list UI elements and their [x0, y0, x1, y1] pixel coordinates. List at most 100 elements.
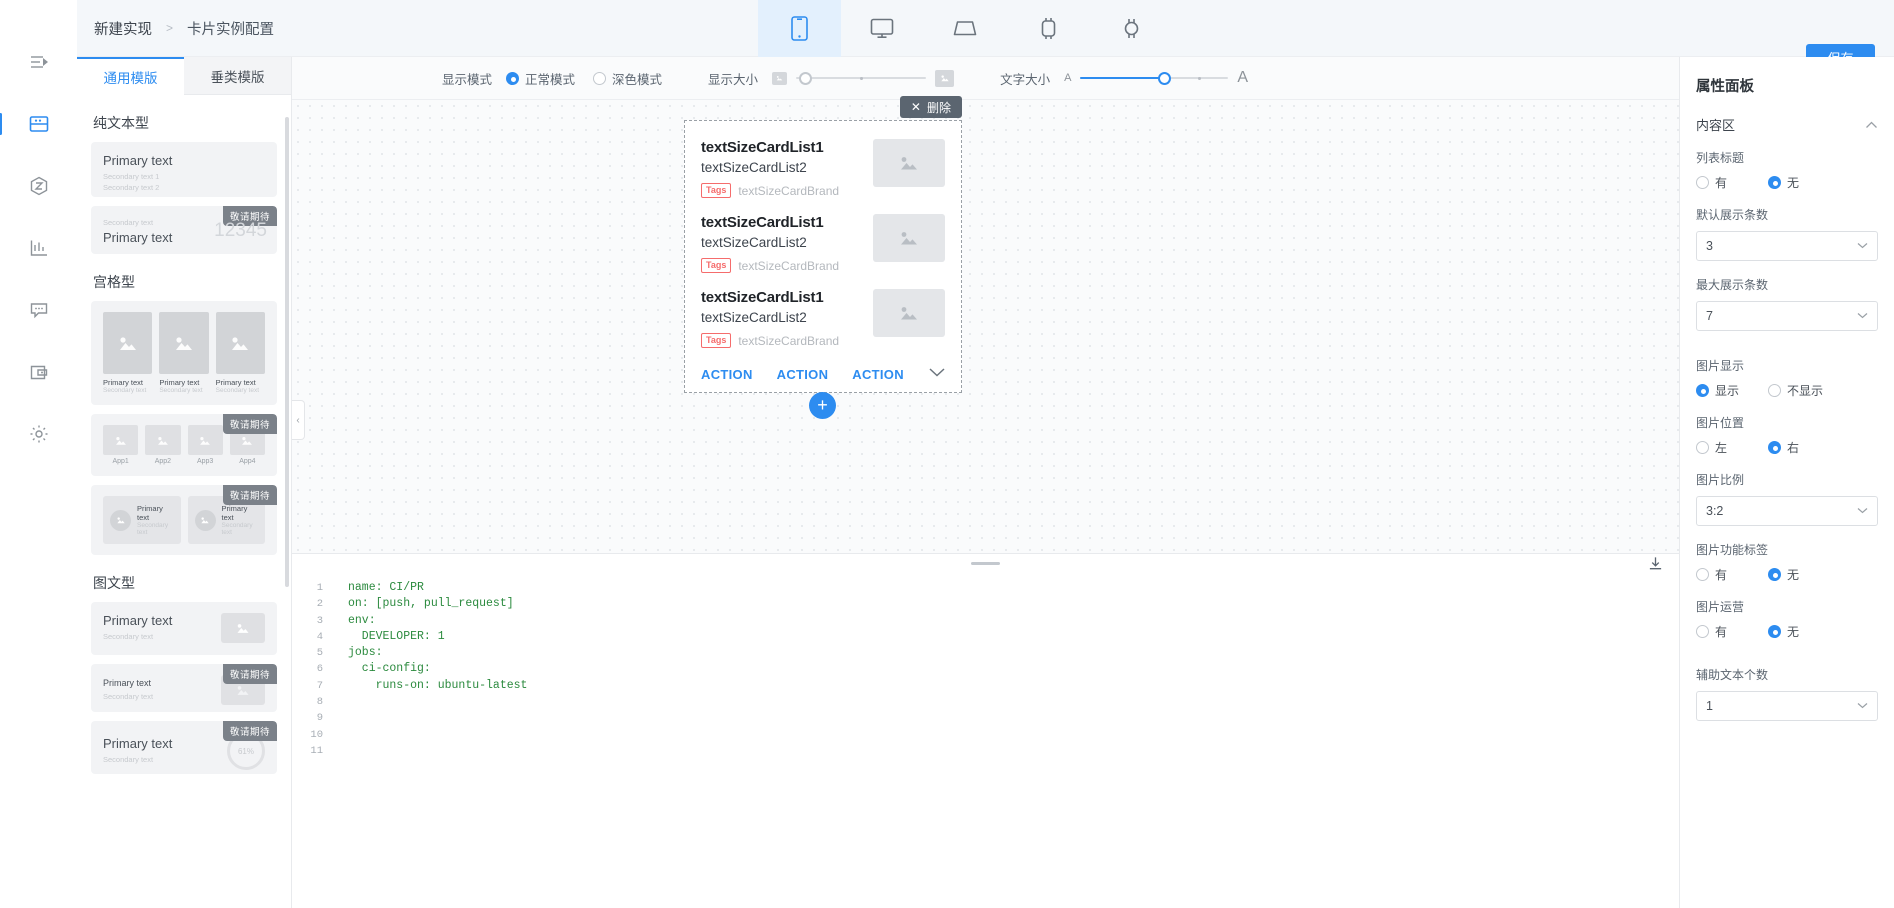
radio-dot	[593, 71, 607, 85]
card-layout-icon[interactable]	[0, 106, 57, 142]
chart-icon[interactable]	[21, 230, 57, 266]
slider-knob[interactable]	[1158, 72, 1172, 85]
phone-device-button[interactable]	[757, 0, 841, 57]
radio-option-show[interactable]: 显示	[1696, 382, 1768, 399]
device-switcher	[757, 0, 1214, 57]
breadcrumb-item-0[interactable]: 新建实现	[94, 18, 152, 39]
breadcrumb-item-1[interactable]: 卡片实例配置	[187, 18, 274, 39]
card-preview[interactable]: ✕ 删除 textSizeCardList1 textSizeCardList2…	[684, 96, 962, 393]
radio-group: 有 无	[1696, 566, 1878, 583]
code-line: runs-on: ubuntu-latest	[348, 678, 528, 692]
grid-cell-primary: Primary text	[159, 378, 200, 387]
watch-round-device-button[interactable]	[1090, 0, 1173, 57]
prop-default-count: 默认展示条数 3	[1696, 206, 1878, 261]
template-card-img-right-lg[interactable]: Primary text Secondary text	[91, 602, 277, 655]
select-max-count[interactable]: 7	[1696, 301, 1878, 331]
component-icon[interactable]	[21, 168, 57, 204]
card-secondary-text-2: Secondary text 2	[103, 183, 160, 193]
template-card-text-number[interactable]: 敬请期待 12345 Secondary text Primary text	[91, 206, 277, 254]
grid-cell-secondary: Secondary text	[215, 387, 260, 394]
tablet-device-button[interactable]	[924, 0, 1007, 57]
code-panel-drag-handle[interactable]	[292, 554, 1679, 573]
coming-soon-badge: 敬请期待	[222, 664, 277, 684]
radio-option-right[interactable]: 右	[1768, 439, 1840, 456]
card-primary-text: Primary text	[103, 153, 173, 168]
preview-list-row[interactable]: textSizeCardList1 textSizeCardList2 Tags…	[701, 286, 945, 361]
grid-cell-secondary: Secondary text	[103, 387, 147, 394]
preview-line2: textSizeCardList2	[701, 310, 807, 325]
template-scrollbar-thumb[interactable]	[285, 117, 289, 587]
radio-group: 左 右	[1696, 439, 1878, 456]
slider-knob[interactable]	[799, 72, 813, 85]
desktop-device-button[interactable]	[841, 0, 924, 57]
delete-label: 删除	[926, 100, 951, 115]
slider-tick	[860, 77, 864, 80]
action-button-2[interactable]: ACTION	[852, 367, 904, 382]
code-editor[interactable]: 1 2 3 4 5 6 7 8 9 10 11 name: CI/PR on: …	[292, 573, 1679, 908]
view-toolbar: 显示模式 正常模式 深色模式 显示大小 文字大小 A A	[292, 57, 1679, 100]
panel-collapse-handle[interactable]: ‹	[292, 400, 305, 440]
settings-icon[interactable]	[21, 416, 57, 452]
text-size-slider[interactable]	[1080, 71, 1229, 85]
radio-label: 无	[1787, 625, 1800, 639]
add-card-button[interactable]: +	[809, 392, 836, 419]
download-icon[interactable]	[1648, 556, 1663, 576]
select-image-ratio[interactable]: 3:2	[1696, 496, 1878, 526]
group-title-text: 纯文本型	[93, 115, 149, 131]
action-button-1[interactable]: ACTION	[777, 367, 829, 382]
menu-collapse-icon[interactable]	[21, 44, 57, 80]
radio-option-no[interactable]: 无	[1768, 566, 1840, 583]
action-button-0[interactable]: ACTION	[701, 367, 753, 382]
template-card-text-block[interactable]: Primary text Secondary text 1 Secondary …	[91, 142, 277, 197]
prop-label: 图片运营	[1696, 600, 1745, 614]
radio-dark-mode[interactable]: 深色模式	[593, 69, 662, 88]
image-placeholder-icon	[159, 312, 209, 374]
select-aux-text-count[interactable]: 1	[1696, 691, 1878, 721]
template-card-row2[interactable]: 敬请期待 Primary text Secondary text Primary…	[91, 485, 277, 555]
tab-general-template[interactable]: 通用模版	[77, 57, 184, 95]
template-card-grid3[interactable]: Primary text Secondary text Primary text…	[91, 301, 277, 405]
design-canvas[interactable]: ‹ ✕ 删除 textSizeCardList1 textSizeCardLis…	[292, 96, 1679, 553]
prop-label: 默认展示条数	[1696, 208, 1769, 222]
line-number: 9	[316, 712, 323, 725]
radio-option-left[interactable]: 左	[1696, 439, 1768, 456]
tab-vertical-template[interactable]: 垂类模版	[184, 57, 291, 95]
display-size-slider[interactable]	[796, 71, 927, 85]
preview-list-row[interactable]: textSizeCardList1 textSizeCardList2 Tags…	[701, 136, 945, 211]
radio-label: 无	[1787, 568, 1800, 582]
card-secondary-text-1: Secondary text 1	[103, 172, 160, 181]
wallet-icon[interactable]	[21, 354, 57, 390]
select-default-count[interactable]: 3	[1696, 231, 1878, 261]
chevron-down-icon	[1857, 506, 1868, 517]
code-content[interactable]: name: CI/PR on: [push, pull_request] env…	[332, 573, 1679, 908]
watch-square-device-button[interactable]	[1007, 0, 1090, 57]
delete-button[interactable]: ✕ 删除	[899, 96, 962, 118]
radio-dot	[1768, 441, 1781, 454]
template-card-ring-right[interactable]: 敬请期待 Primary text Secondary text 61%	[91, 721, 277, 774]
radio-option-no[interactable]: 无	[1768, 174, 1840, 191]
radio-option-hide[interactable]: 不显示	[1768, 382, 1840, 399]
radio-option-no[interactable]: 无	[1768, 623, 1840, 640]
radio-option-yes[interactable]: 有	[1696, 566, 1768, 583]
select-value: 7	[1706, 309, 1713, 323]
radio-dot	[506, 71, 520, 85]
template-card-grid4[interactable]: 敬请期待 App1 App2 App3 App4	[91, 414, 277, 476]
template-card-img-right-sm[interactable]: 敬请期待 Primary text Secondary text	[91, 664, 277, 712]
message-icon[interactable]	[21, 292, 57, 328]
preview-line1: textSizeCardList1	[701, 289, 824, 306]
radio-option-yes[interactable]: 有	[1696, 174, 1768, 191]
prop-label: 列表标题	[1696, 151, 1745, 165]
coming-soon-badge: 敬请期待	[222, 414, 277, 434]
chevron-up-icon[interactable]	[1865, 117, 1878, 132]
radio-normal-mode[interactable]: 正常模式	[506, 69, 575, 88]
preview-list-row[interactable]: textSizeCardList1 textSizeCardList2 Tags…	[701, 211, 945, 286]
grid-cell: Primary text Secondary text	[159, 312, 209, 394]
display-size-label: 显示大小	[708, 72, 759, 87]
chevron-down-icon[interactable]	[928, 365, 946, 383]
section-content-area[interactable]: 内容区	[1696, 115, 1878, 134]
radio-dot	[1768, 568, 1781, 581]
radio-option-yes[interactable]: 有	[1696, 623, 1768, 640]
radio-label: 左	[1715, 441, 1728, 455]
chevron-down-icon	[1857, 701, 1868, 712]
preview-line2: textSizeCardList2	[701, 235, 807, 250]
